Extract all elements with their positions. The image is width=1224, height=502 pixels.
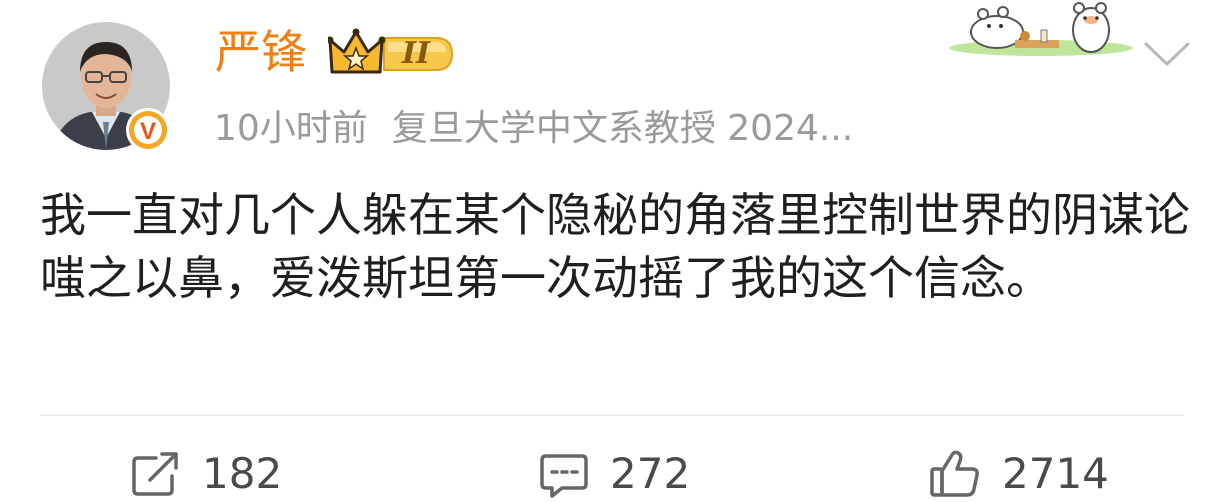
like-button[interactable]: 2714 [928,446,1109,502]
verified-badge-icon: V [124,106,172,154]
post-time: 10小时前 [214,108,368,149]
comment-count: 272 [610,449,691,498]
post-source: 复旦大学中文系教授 2024... [391,108,854,149]
more-options-chevron-down-icon[interactable] [1140,34,1194,70]
verified-badge-letter: V [140,118,156,145]
post-meta: 10小时前 复旦大学中文系教授 2024... [214,104,853,154]
like-count: 2714 [1002,449,1109,498]
repost-count: 182 [202,449,283,498]
author-name[interactable]: 严锋 [215,24,307,80]
bear-sticker-decoration-icon [945,0,1145,66]
comment-button[interactable]: 272 [538,446,690,502]
post-body-text: 我一直对几个人躲在某个隐秘的角落里控制世界的阴谋论嗤之以鼻，爱泼斯坦第一次动摇了… [40,188,1190,305]
repost-button[interactable]: 182 [130,446,282,502]
repost-icon [130,450,182,498]
divider [40,414,1184,416]
thumbs-up-icon [928,449,982,499]
rank-badge-level: II [401,36,431,71]
comment-icon [538,450,590,498]
